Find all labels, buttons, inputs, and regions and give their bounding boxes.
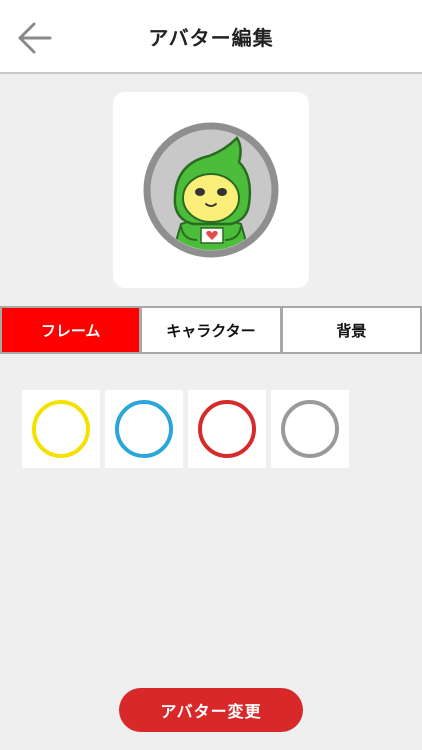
frame-option-blue[interactable] <box>105 390 183 468</box>
frame-option-gray[interactable] <box>271 390 349 468</box>
avatar-image <box>143 122 279 258</box>
edit-tabs: フレーム キャラクター 背景 <box>0 306 422 354</box>
avatar-preview <box>113 92 309 288</box>
frame-ring <box>281 400 339 458</box>
frame-options <box>22 390 349 468</box>
frame-ring <box>115 400 173 458</box>
change-avatar-button[interactable]: アバター変更 <box>119 688 303 732</box>
tab-frame[interactable]: フレーム <box>0 306 142 354</box>
tab-character[interactable]: キャラクター <box>140 306 282 354</box>
frame-ring <box>32 400 90 458</box>
frame-option-red[interactable] <box>188 390 266 468</box>
tab-background[interactable]: 背景 <box>280 306 422 354</box>
header-bar: アバター編集 <box>0 0 422 74</box>
page-title: アバター編集 <box>148 26 274 50</box>
frame-option-yellow[interactable] <box>22 390 100 468</box>
frame-ring <box>198 400 256 458</box>
